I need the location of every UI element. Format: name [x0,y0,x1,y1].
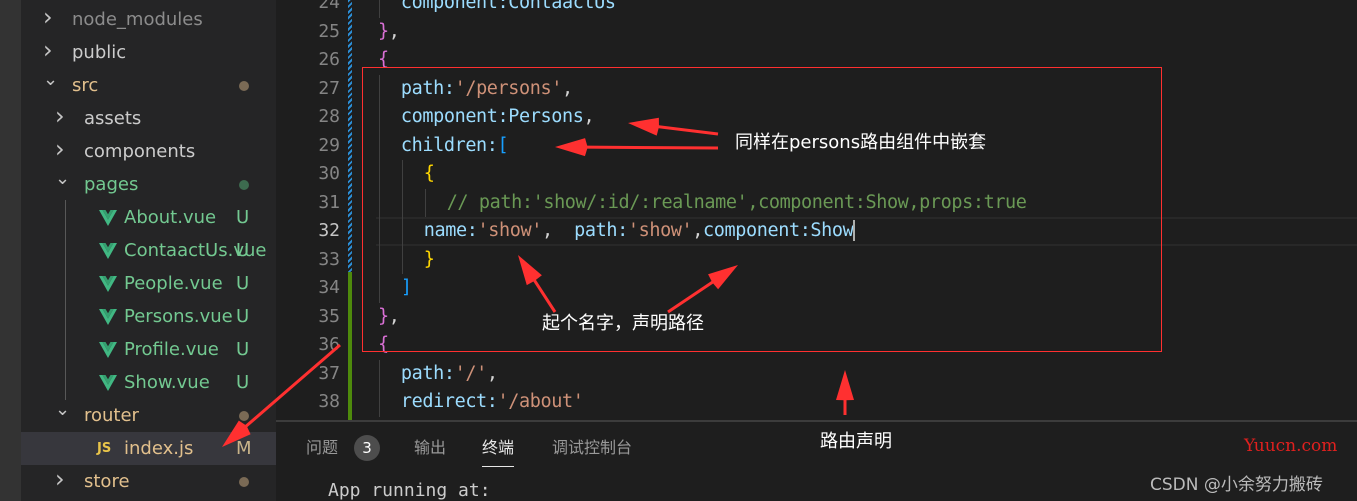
arrow-head [836,370,854,401]
arrow-head [628,117,659,136]
arrow-head [708,265,738,290]
annotation-nested: 同样在persons路由组件中嵌套 [735,132,987,153]
watermark-site: Yuucn.com [1244,436,1338,456]
annotation-name-path: 起个名字，声明路径 [542,313,704,334]
arrow-head [518,255,542,286]
arrow-shaft [584,145,719,150]
arrow-shaft [657,125,719,136]
annotation-arrows [222,117,854,447]
watermark-author: CSDN @小余努力搬砖 [1150,475,1323,495]
arrow-shaft [243,343,341,429]
arrow-shaft [533,279,557,313]
arrow-head [555,138,588,157]
arrow-shaft [667,280,714,314]
annotation-route-declaration: 路由声明 [820,431,892,452]
